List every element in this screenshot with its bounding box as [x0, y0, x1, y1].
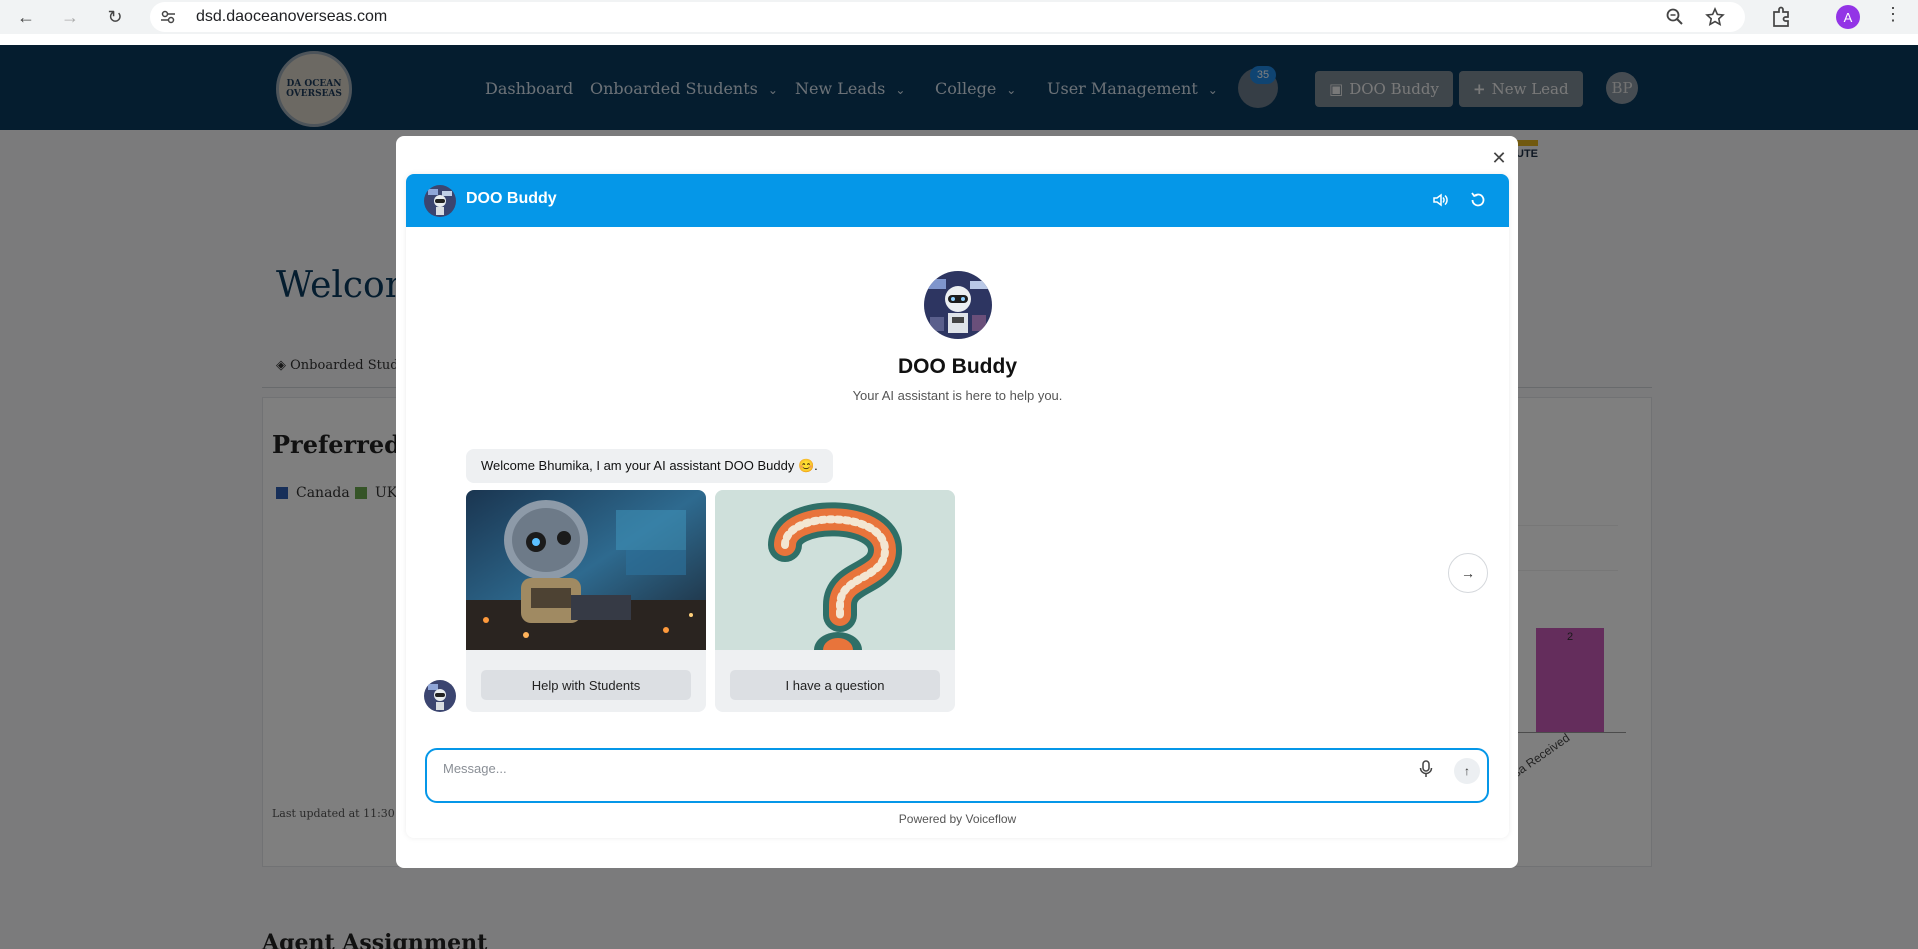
- message-input[interactable]: [443, 758, 1393, 778]
- chat-header: [406, 174, 1509, 227]
- carousel-card-help-students: Help with Students: [466, 490, 706, 712]
- robot-avatar-icon: [924, 271, 992, 339]
- bot-description: Your AI assistant is here to help you.: [852, 388, 1063, 403]
- bot-name: DOO Buddy: [898, 355, 1017, 378]
- chat-header-title: DOO Buddy: [466, 190, 557, 207]
- back-icon[interactable]: ←: [14, 5, 38, 29]
- send-arrow-icon[interactable]: ↑: [1454, 758, 1480, 784]
- bot-avatar-header: [424, 185, 456, 217]
- carousel-card-question: I have a question: [715, 490, 955, 712]
- speaker-icon[interactable]: [1431, 191, 1449, 209]
- carousel-next-arrow-icon[interactable]: →: [1448, 553, 1488, 593]
- site-settings-icon[interactable]: [160, 9, 176, 25]
- message-input-container: [425, 748, 1489, 803]
- robot-avatar-icon: [424, 185, 456, 217]
- help-with-students-button[interactable]: Help with Students: [481, 670, 691, 700]
- microphone-icon[interactable]: [1419, 760, 1433, 778]
- browser-menu-icon[interactable]: ⋮: [1884, 4, 1902, 25]
- welcome-message-bubble: Welcome Bhumika, I am your AI assistant …: [466, 449, 833, 483]
- bot-avatar-message: [424, 680, 456, 712]
- reload-icon[interactable]: ↻: [103, 5, 127, 29]
- robot-avatar-icon: [424, 680, 456, 712]
- powered-by-footer: Powered by Voiceflow: [898, 812, 1017, 826]
- browser-toolbar: ← → ↻ dsd.daoceanoverseas.com A ⋮: [0, 0, 1918, 34]
- forward-icon[interactable]: →: [58, 5, 82, 29]
- close-icon[interactable]: ✕: [1489, 148, 1509, 168]
- address-bar[interactable]: dsd.daoceanoverseas.com: [150, 2, 1745, 32]
- bookmark-star-icon[interactable]: [1705, 7, 1725, 27]
- reset-icon[interactable]: [1468, 190, 1488, 210]
- url-text: dsd.daoceanoverseas.com: [196, 8, 388, 25]
- i-have-a-question-button[interactable]: I have a question: [730, 670, 940, 700]
- extensions-icon[interactable]: [1770, 6, 1792, 28]
- robot-image: [466, 490, 706, 650]
- profile-avatar[interactable]: A: [1836, 5, 1860, 29]
- bot-avatar-large: [924, 271, 992, 339]
- question-mark-image: [715, 490, 955, 650]
- zoom-icon[interactable]: [1666, 8, 1684, 26]
